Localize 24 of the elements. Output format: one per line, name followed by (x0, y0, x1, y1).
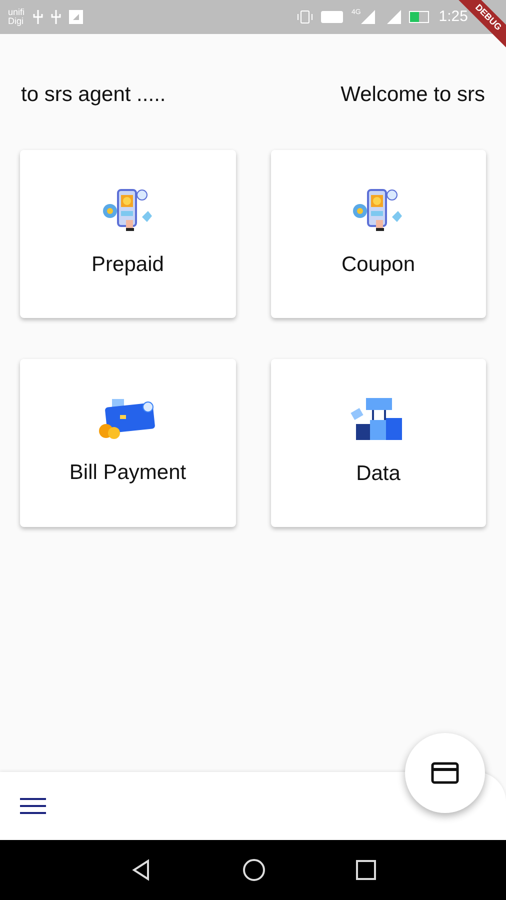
battery-icon (408, 11, 431, 23)
agent-title: to srs agent ..... (21, 82, 166, 108)
carrier-text: Digi (8, 17, 25, 26)
service-card[interactable]: Coupon (270, 150, 486, 318)
vibrate-icon (297, 10, 314, 24)
card-fab[interactable] (405, 733, 485, 813)
credit-card-icon (98, 396, 158, 441)
credit-card-icon (431, 762, 459, 784)
menu-icon[interactable] (20, 797, 46, 815)
carrier-text: unifi (8, 8, 25, 17)
usb-icon (32, 10, 43, 24)
usb-icon (50, 10, 61, 24)
service-card[interactable]: Bill Payment (20, 358, 236, 526)
volte-icon (321, 11, 344, 23)
home-icon[interactable] (242, 858, 266, 882)
recents-icon[interactable] (356, 860, 376, 880)
signal-icon (360, 10, 375, 24)
service-card[interactable]: Data (270, 358, 486, 526)
signal-icon (386, 10, 401, 24)
service-card[interactable]: Prepaid (20, 150, 236, 318)
welcome-text: Welcome to srs (340, 82, 485, 108)
image-icon (68, 10, 83, 24)
back-icon[interactable] (130, 859, 152, 881)
clock-text: 1:25 (438, 6, 468, 27)
